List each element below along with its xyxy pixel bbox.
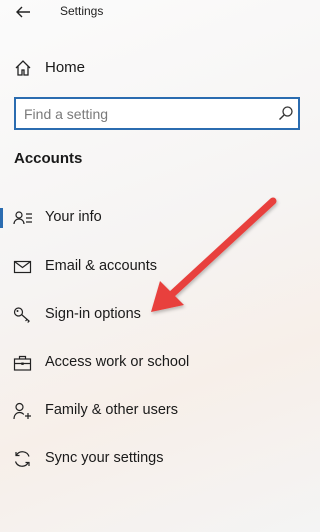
window-title: Settings (60, 4, 104, 18)
nav-item-access-work-school[interactable]: Access work or school (0, 345, 307, 381)
home-icon (15, 60, 31, 76)
nav-item-family-other-users[interactable]: Family & other users (0, 393, 307, 429)
title-bar: Settings (0, 0, 307, 26)
briefcase-icon (13, 355, 32, 371)
back-arrow-icon (16, 6, 30, 18)
nav-item-sync-settings[interactable]: Sync your settings (0, 441, 307, 477)
section-title: Accounts (14, 150, 83, 167)
nav-item-label: Your info (45, 209, 102, 225)
envelope-icon (13, 260, 32, 274)
home-link[interactable]: Home (0, 52, 307, 84)
sync-icon (14, 451, 30, 467)
nav-item-your-info[interactable]: Your info (0, 200, 307, 236)
home-label: Home (45, 59, 86, 76)
nav-item-email-accounts[interactable]: Email & accounts (0, 249, 307, 285)
nav-item-label: Sync your settings (45, 450, 164, 466)
search-input[interactable] (16, 99, 266, 128)
person-card-icon (13, 211, 32, 225)
active-indicator (0, 208, 3, 228)
search-field[interactable] (14, 97, 300, 130)
nav-item-label: Sign-in options (45, 306, 141, 322)
person-add-icon (13, 402, 31, 420)
search-icon[interactable] (278, 105, 294, 121)
nav-item-label: Family & other users (45, 402, 178, 418)
back-button[interactable] (8, 1, 38, 23)
nav-item-label: Email & accounts (45, 258, 158, 274)
nav-item-sign-in-options[interactable]: Sign-in options (0, 297, 307, 333)
key-icon (13, 307, 30, 323)
nav-item-label: Access work or school (45, 354, 190, 370)
